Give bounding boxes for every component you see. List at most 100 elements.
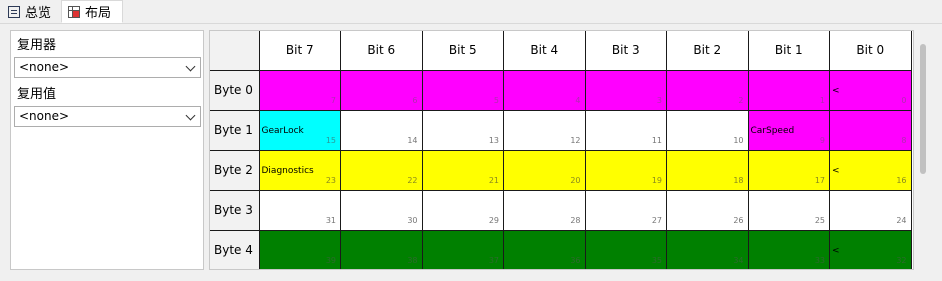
bit-number: 14 [407, 135, 418, 145]
multiplexer-select[interactable]: <none> [14, 57, 201, 78]
grid-layout-icon [68, 5, 80, 18]
bit-cell[interactable]: Diagnostics 23 [258, 149, 341, 191]
bit-cell[interactable]: CarSpeed 9 [747, 109, 830, 151]
tab-bar: 总览 布局 [0, 0, 942, 24]
bit-cell[interactable]: 39 [258, 229, 341, 269]
bit-number: 11 [651, 135, 662, 145]
bit-cell[interactable]: 11 [584, 109, 667, 151]
bit-number: 13 [488, 135, 499, 145]
bit-cell[interactable]: 27 [584, 189, 667, 231]
signal-label: < [832, 165, 840, 176]
bit-number: 7 [330, 95, 336, 105]
tab-overview[interactable]: 总览 [2, 1, 60, 22]
column-header-row: Bit 7 Bit 6 Bit 5 Bit 4 Bit 3 Bit 2 Bit 1 Bit 0 [210, 31, 912, 71]
bit-number: 34 [733, 255, 744, 265]
bit-number: 1 [819, 95, 825, 105]
tab-layout[interactable]: 布局 [61, 0, 123, 23]
multiplexer-panel: 复用器 <none> 复用值 <none> [10, 30, 204, 270]
bit-cell[interactable]: 18 [666, 149, 749, 191]
signal-label: < [832, 245, 840, 256]
column-header: Bit 4 [503, 31, 586, 71]
bit-cell[interactable]: <16 [829, 149, 912, 191]
chevron-down-icon [185, 110, 196, 121]
bit-number: 24 [896, 215, 907, 225]
column-header: Bit 0 [829, 31, 912, 71]
bit-cell[interactable]: 24 [829, 189, 912, 231]
layout-table: Bit 7 Bit 6 Bit 5 Bit 4 Bit 3 Bit 2 Bit 1 Bit 0… [210, 31, 912, 269]
tab-layout-label: 布局 [85, 6, 112, 21]
bit-cell[interactable]: 6 [340, 69, 423, 111]
bit-number: 27 [651, 215, 662, 225]
bit-number: 8 [901, 135, 907, 145]
bit-cell[interactable]: 13 [421, 109, 504, 151]
scrollbar-thumb[interactable] [920, 44, 926, 174]
bit-cell[interactable]: 25 [747, 189, 830, 231]
bit-cell[interactable]: 29 [421, 189, 504, 231]
bit-number: 17 [814, 175, 825, 185]
bit-number: 23 [325, 175, 336, 185]
bit-cell[interactable]: 20 [503, 149, 586, 191]
bit-cell[interactable]: 19 [584, 149, 667, 191]
bit-number: 5 [493, 95, 499, 105]
byte-row: Byte 0 7 6 5 4 3 2 1 <0 [210, 69, 912, 111]
signal-label: < [832, 85, 840, 96]
row-header: Byte 3 [210, 189, 260, 231]
bit-number: 36 [570, 255, 581, 265]
bit-number: 32 [896, 255, 907, 265]
bit-number: 39 [325, 255, 336, 265]
multiplex-value-label: 复用值 [17, 87, 57, 102]
column-header: Bit 1 [747, 31, 830, 71]
bit-number: 30 [407, 215, 418, 225]
bit-cell[interactable]: 2 [666, 69, 749, 111]
multiplexer-label: 复用器 [17, 38, 57, 53]
bit-number: 12 [570, 135, 581, 145]
bit-cell[interactable]: 37 [421, 229, 504, 269]
bit-cell[interactable]: 8 [829, 109, 912, 151]
bit-cell[interactable]: 14 [340, 109, 423, 151]
signal-label: Diagnostics [261, 165, 314, 176]
bit-cell[interactable]: 17 [747, 149, 830, 191]
bit-cell[interactable]: 33 [747, 229, 830, 269]
bit-cell[interactable]: 4 [503, 69, 586, 111]
bit-cell[interactable]: 35 [584, 229, 667, 269]
bit-cell[interactable]: <32 [829, 229, 912, 269]
bit-number: 20 [570, 175, 581, 185]
bit-cell[interactable]: 38 [340, 229, 423, 269]
byte-row: Byte 4 39 38 37 36 35 34 33 <32 [210, 229, 912, 269]
vertical-scrollbar[interactable] [915, 30, 932, 270]
bit-number: 2 [738, 95, 744, 105]
bit-number: 28 [570, 215, 581, 225]
bit-number: 21 [488, 175, 499, 185]
bit-number: 18 [733, 175, 744, 185]
multiplex-value-select[interactable]: <none> [14, 106, 201, 127]
corner-cell [210, 31, 260, 71]
bit-cell[interactable]: 22 [340, 149, 423, 191]
byte-row: Byte 3 31 30 29 28 27 26 25 24 [210, 189, 912, 231]
bit-cell[interactable]: 36 [503, 229, 586, 269]
bit-cell[interactable]: 7 [258, 69, 341, 111]
bit-cell[interactable]: 3 [584, 69, 667, 111]
bit-cell[interactable]: 12 [503, 109, 586, 151]
bit-cell[interactable]: 5 [421, 69, 504, 111]
row-header: Byte 4 [210, 229, 260, 269]
bit-number: 9 [819, 135, 825, 145]
bit-number: 26 [733, 215, 744, 225]
byte-row: Byte 1 GearLock 15 14 13 12 11 10 CarSpeed 9 8 [210, 109, 912, 151]
bit-cell[interactable]: 34 [666, 229, 749, 269]
bit-cell[interactable]: 31 [258, 189, 341, 231]
byte-layout-grid: Bit 7 Bit 6 Bit 5 Bit 4 Bit 3 Bit 2 Bit 1 Bit 0… [209, 30, 914, 270]
bit-cell[interactable]: 28 [503, 189, 586, 231]
bit-number: 19 [651, 175, 662, 185]
column-header: Bit 5 [421, 31, 504, 71]
bit-cell[interactable]: 26 [666, 189, 749, 231]
bit-cell[interactable]: GearLock 15 [258, 109, 341, 151]
bit-number: 38 [407, 255, 418, 265]
bit-number: 4 [575, 95, 581, 105]
bit-cell[interactable]: 1 [747, 69, 830, 111]
bit-cell[interactable]: <0 [829, 69, 912, 111]
bit-cell[interactable]: 30 [340, 189, 423, 231]
multiplex-value-select-value: <none> [19, 109, 70, 123]
tab-overview-label: 总览 [25, 6, 52, 21]
bit-cell[interactable]: 21 [421, 149, 504, 191]
bit-cell[interactable]: 10 [666, 109, 749, 151]
